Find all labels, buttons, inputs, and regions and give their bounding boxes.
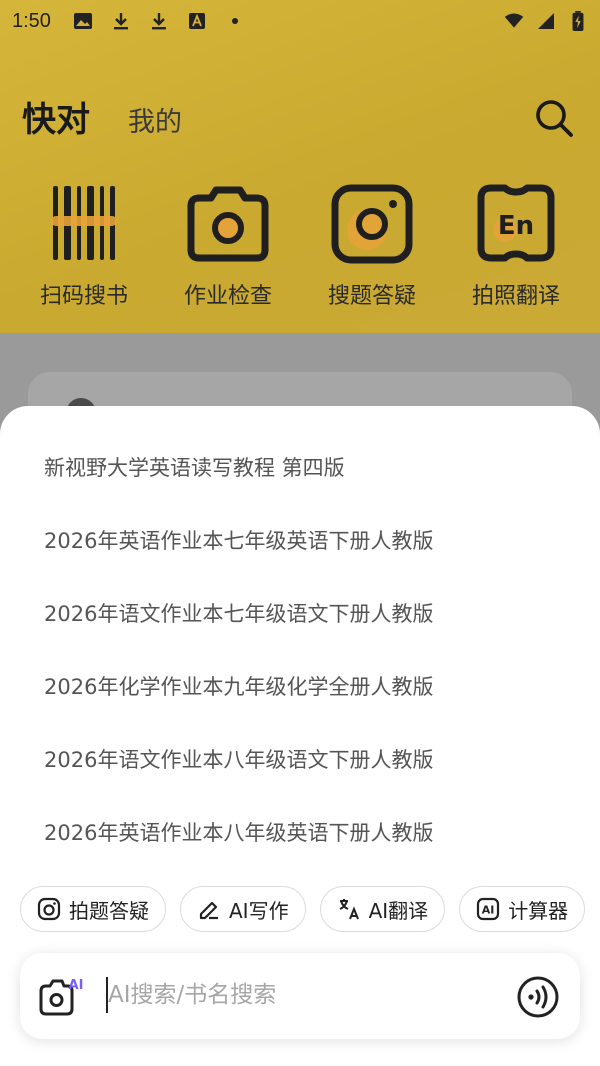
image-icon — [73, 13, 92, 29]
chip-calculator[interactable]: AI 计算器 — [459, 886, 586, 932]
pen-icon — [199, 901, 218, 920]
search-icon[interactable] — [532, 96, 576, 140]
svg-text:En: En — [498, 211, 534, 241]
translate-en-icon: En — [477, 184, 555, 262]
quick-chips: 拍题答疑 AI写作 AI翻译 AI 计算器 — [20, 886, 586, 932]
signal-icon — [538, 13, 554, 29]
status-time: 1:50 — [12, 9, 51, 32]
barcode-icon — [51, 186, 117, 260]
camera-search-icon — [331, 184, 413, 264]
suggestion-list: 新视野大学英语读写教程 第四版 2026年英语作业本七年级英语下册人教版 202… — [44, 438, 576, 876]
ai-box-icon: AI — [477, 897, 500, 921]
voice-icon[interactable] — [516, 975, 560, 1019]
chip-ai-translate[interactable]: AI翻译 — [319, 886, 446, 932]
chip-label: 计算器 — [508, 898, 569, 923]
tool-label: 拍照翻译 — [471, 284, 560, 309]
chip-photo-question[interactable]: 拍题答疑 — [20, 886, 166, 932]
download-icon — [151, 13, 166, 30]
camera-check-icon — [187, 186, 269, 262]
tool-scan-book[interactable]: 扫码搜书 — [24, 178, 144, 310]
camera-badge: AI — [69, 978, 84, 993]
download-icon — [113, 13, 128, 30]
tool-label: 搜题答疑 — [327, 284, 416, 309]
suggestion-item[interactable]: 2026年化学作业本九年级化学全册人教版 — [44, 657, 576, 730]
svg-text:AI: AI — [482, 904, 495, 917]
wifi-icon — [504, 13, 524, 28]
search-input[interactable] — [108, 975, 488, 1015]
quick-tools: 扫码搜书 作业检查 搜题答疑 En 拍照翻译 — [0, 178, 600, 310]
battery-charging-icon — [572, 11, 584, 31]
suggestion-item[interactable]: 2026年英语作业本八年级英语下册人教版 — [44, 803, 576, 876]
ai-camera-icon[interactable]: AI — [38, 975, 84, 1017]
tool-homework-check[interactable]: 作业检查 — [168, 178, 288, 310]
tool-label: 作业检查 — [183, 284, 272, 309]
chip-ai-writing[interactable]: AI写作 — [180, 886, 306, 932]
tab-kuaidui[interactable]: 快对 — [22, 92, 90, 141]
suggestion-item[interactable]: 2026年英语作业本七年级英语下册人教版 — [44, 511, 576, 584]
top-header: 快对 我的 — [0, 88, 600, 144]
suggestion-item[interactable]: 2026年语文作业本八年级语文下册人教版 — [44, 730, 576, 803]
dot-icon — [231, 18, 238, 24]
suggestion-item[interactable]: 2026年语文作业本七年级语文下册人教版 — [44, 584, 576, 657]
tool-photo-translate[interactable]: En 拍照翻译 — [456, 178, 576, 310]
search-bar: AI — [20, 953, 580, 1039]
chip-label: AI写作 — [229, 898, 289, 923]
chip-label: AI翻译 — [368, 898, 429, 923]
tool-label: 扫码搜书 — [39, 284, 128, 309]
tab-mine[interactable]: 我的 — [128, 100, 182, 139]
chip-label: 拍题答疑 — [69, 898, 149, 923]
status-bar: 1:50 — [0, 0, 600, 42]
camera-icon — [37, 897, 61, 921]
keyboard-a-icon — [188, 13, 205, 29]
tool-search-question[interactable]: 搜题答疑 — [312, 178, 432, 310]
translate-icon — [339, 899, 359, 920]
search-suggestion-sheet: 新视野大学英语读写教程 第四版 2026年英语作业本七年级英语下册人教版 202… — [0, 406, 600, 1066]
suggestion-item[interactable]: 新视野大学英语读写教程 第四版 — [44, 438, 576, 511]
